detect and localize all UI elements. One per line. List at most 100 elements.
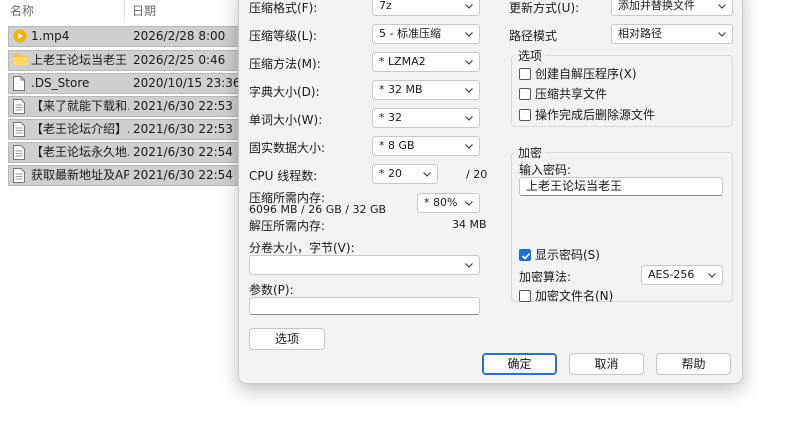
chevron-down-icon bbox=[464, 1, 474, 11]
format-value: 7z bbox=[379, 0, 392, 12]
create-sfx-checkbox[interactable]: 创建自解压程序(X) bbox=[519, 66, 719, 82]
options-group-title: 选项 bbox=[515, 47, 546, 64]
show-password-checkbox[interactable]: 显示密码(S) bbox=[519, 247, 719, 263]
chevron-down-icon bbox=[464, 29, 474, 39]
decompress-memory-label: 解压所需内存: bbox=[249, 219, 326, 233]
help-button[interactable]: 帮助 bbox=[656, 353, 731, 375]
cpu-threads-value: * 20 bbox=[379, 167, 402, 180]
parameters-label: 参数(P): bbox=[249, 283, 294, 297]
file-date: 2021/6/30 22:53 bbox=[133, 99, 233, 113]
format-select[interactable]: 7z bbox=[372, 0, 480, 16]
checkbox-box[interactable] bbox=[519, 88, 531, 100]
checkbox-box[interactable] bbox=[519, 109, 531, 121]
file-row[interactable]: 【老王论坛永久地... 2021/6/30 22:54 bbox=[8, 142, 240, 163]
file-name: 上老王论坛当老王 bbox=[31, 53, 128, 67]
word-size-label: 单词大小(W): bbox=[249, 113, 323, 127]
path-mode-select[interactable]: 相对路径 bbox=[611, 24, 733, 44]
cancel-button[interactable]: 取消 bbox=[569, 353, 644, 375]
dictionary-size-label: 字典大小(D): bbox=[249, 85, 320, 99]
word-size-select[interactable]: * 32 bbox=[372, 108, 480, 128]
document-icon bbox=[13, 99, 27, 114]
file-icon bbox=[13, 76, 27, 91]
encryption-method-value: AES-256 bbox=[648, 268, 695, 281]
checkbox-checked-icon[interactable] bbox=[519, 249, 531, 261]
file-date: 2021/6/30 22:53 bbox=[133, 122, 233, 136]
level-label: 压缩等级(L): bbox=[249, 29, 318, 43]
dictionary-size-select[interactable]: * 32 MB bbox=[372, 80, 480, 100]
file-name: 获取最新地址及AP... bbox=[31, 168, 129, 182]
delete-after-checkbox[interactable]: 操作完成后删除源文件 bbox=[519, 107, 719, 123]
chevron-down-icon bbox=[464, 141, 474, 151]
chevron-down-icon bbox=[464, 260, 474, 270]
encrypt-filenames-checkbox[interactable]: 加密文件名(N) bbox=[519, 288, 719, 304]
file-date: 2020/10/15 23:36 bbox=[133, 76, 241, 90]
file-name: 【来了就能下载和... bbox=[31, 99, 129, 113]
file-date: 2026/2/25 0:46 bbox=[133, 53, 226, 67]
file-row[interactable]: .DS_Store 2020/10/15 23:36 bbox=[8, 73, 241, 94]
checkbox-box[interactable] bbox=[519, 290, 531, 302]
file-row[interactable]: 1.mp4 2026/2/28 8:00 bbox=[8, 26, 240, 47]
cpu-threads-label: CPU 线程数: bbox=[249, 169, 318, 183]
password-input[interactable]: 上老王论坛当老王 bbox=[519, 177, 723, 196]
chevron-down-icon bbox=[707, 270, 717, 280]
chevron-down-icon bbox=[464, 113, 474, 123]
solid-block-value: * 8 GB bbox=[379, 139, 415, 152]
encryption-group-title: 加密 bbox=[515, 144, 546, 161]
file-date: 2021/6/30 22:54 bbox=[133, 145, 233, 159]
file-date: 2021/6/30 22:54 bbox=[133, 168, 233, 182]
decompress-memory-value: 34 MB bbox=[452, 218, 487, 231]
document-icon bbox=[13, 122, 27, 137]
level-select[interactable]: 5 - 标准压缩 bbox=[372, 24, 480, 44]
cpu-threads-select[interactable]: * 20 bbox=[372, 164, 438, 184]
encryption-method-label: 加密算法: bbox=[519, 270, 572, 284]
volume-size-select[interactable] bbox=[249, 255, 480, 275]
solid-block-label: 固实数据大小: bbox=[249, 141, 326, 155]
chevron-down-icon bbox=[717, 1, 727, 11]
volume-size-label: 分卷大小，字节(V): bbox=[249, 241, 355, 255]
ok-button[interactable]: 确定 bbox=[482, 353, 557, 375]
file-name: 【老王论坛永久地... bbox=[31, 145, 129, 159]
options-button[interactable]: 选项 bbox=[249, 328, 325, 350]
folder-icon bbox=[13, 53, 28, 68]
document-icon bbox=[13, 168, 27, 183]
column-header-date[interactable]: 日期 bbox=[128, 0, 240, 22]
checkbox-box[interactable] bbox=[519, 68, 531, 80]
add-to-archive-dialog: 压缩格式(F): 7z 压缩等级(L): 5 - 标准压缩 压缩方法(M): *… bbox=[238, 0, 743, 384]
file-name: 1.mp4 bbox=[31, 29, 70, 43]
method-select[interactable]: * LZMA2 bbox=[372, 52, 480, 72]
media-icon bbox=[13, 29, 27, 44]
chevron-down-icon bbox=[464, 57, 474, 67]
parameters-input[interactable] bbox=[249, 297, 480, 315]
file-row[interactable]: 【来了就能下载和... 2021/6/30 22:53 bbox=[8, 96, 240, 117]
memory-percent-value: * 80% bbox=[424, 196, 458, 209]
file-explorer-list: 名称 日期 1.mp4 2026/2/28 8:00 上老王论坛当老王 2026… bbox=[0, 0, 241, 432]
chevron-down-icon bbox=[422, 169, 432, 179]
document-icon bbox=[13, 145, 27, 160]
level-value: 5 - 标准压缩 bbox=[379, 27, 441, 40]
compress-memory-detail: 6096 MB / 26 GB / 32 GB bbox=[249, 203, 387, 216]
file-row[interactable]: 上老王论坛当老王 2026/2/25 0:46 bbox=[8, 50, 240, 71]
word-size-value: * 32 bbox=[379, 111, 402, 124]
method-label: 压缩方法(M): bbox=[249, 57, 321, 71]
compress-shared-checkbox[interactable]: 压缩共享文件 bbox=[519, 86, 719, 102]
chevron-down-icon bbox=[717, 29, 727, 39]
solid-block-select[interactable]: * 8 GB bbox=[372, 136, 480, 156]
dictionary-size-value: * 32 MB bbox=[379, 83, 423, 96]
update-mode-label: 更新方式(U): bbox=[509, 1, 580, 15]
encryption-method-select[interactable]: AES-256 bbox=[641, 265, 723, 285]
update-mode-select[interactable]: 添加并替换文件 bbox=[611, 0, 733, 16]
show-password-label: 显示密码(S) bbox=[535, 248, 600, 262]
chevron-down-icon bbox=[464, 198, 474, 208]
column-header-name[interactable]: 名称 bbox=[0, 0, 125, 22]
cpu-threads-total: / 20 bbox=[466, 168, 488, 181]
file-row[interactable]: 获取最新地址及AP... 2021/6/30 22:54 bbox=[8, 165, 240, 186]
path-mode-value: 相对路径 bbox=[618, 27, 662, 40]
compress-shared-label: 压缩共享文件 bbox=[535, 87, 608, 101]
file-name: 【老王论坛介绍】.txt bbox=[31, 122, 129, 136]
file-date: 2026/2/28 8:00 bbox=[133, 29, 226, 43]
path-mode-label: 路径模式 bbox=[509, 29, 558, 43]
memory-percent-select[interactable]: * 80% bbox=[417, 193, 480, 213]
format-label: 压缩格式(F): bbox=[249, 1, 318, 15]
file-row[interactable]: 【老王论坛介绍】.txt 2021/6/30 22:53 bbox=[8, 119, 240, 140]
password-label: 输入密码: bbox=[519, 163, 572, 177]
